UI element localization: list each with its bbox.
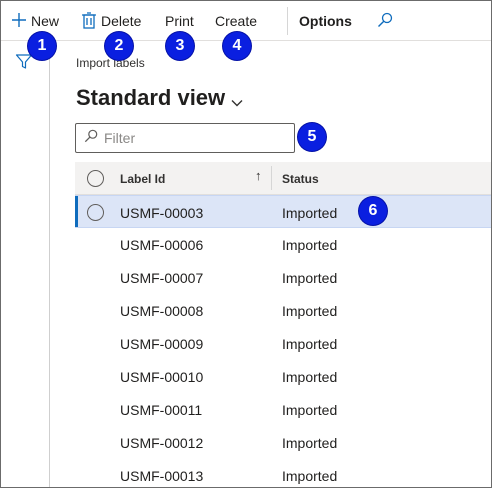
table-row[interactable]: USMF-00012 Imported <box>75 426 491 459</box>
status-cell: Imported <box>282 205 338 221</box>
label-id-cell[interactable]: USMF-00011 <box>120 402 202 418</box>
label-id-cell[interactable]: USMF-00007 <box>120 270 203 286</box>
sort-ascending-icon[interactable]: ↑ <box>255 168 262 183</box>
callout-2: 2 <box>105 32 133 60</box>
main-content: Import labels Standard view Label Id ↑ <box>51 41 491 487</box>
filter-input[interactable] <box>104 130 284 146</box>
label-id-cell[interactable]: USMF-00013 <box>120 468 203 484</box>
delete-button-label: Delete <box>101 13 142 29</box>
status-cell: Imported <box>282 468 338 484</box>
label-id-cell[interactable]: USMF-00006 <box>120 237 203 253</box>
labels-grid: Label Id ↑ Status USMF-00003 Imported US… <box>75 162 491 487</box>
trash-icon <box>81 11 97 32</box>
status-cell: Imported <box>282 435 338 451</box>
table-row[interactable]: USMF-00007 Imported <box>75 261 491 294</box>
app-window: New Delete Print Create Options Import l… <box>0 0 492 488</box>
filter-icon <box>15 54 33 75</box>
filter-pane-button[interactable] <box>15 53 33 76</box>
label-id-cell[interactable]: USMF-00010 <box>120 369 203 385</box>
status-cell: Imported <box>282 237 338 253</box>
toolbar-divider <box>287 7 288 35</box>
table-row[interactable]: USMF-00009 Imported <box>75 327 491 360</box>
label-id-cell[interactable]: USMF-00012 <box>120 435 203 451</box>
status-cell: Imported <box>282 270 338 286</box>
plus-icon <box>11 12 27 31</box>
search-button[interactable] <box>377 1 393 41</box>
table-row[interactable]: USMF-00006 Imported <box>75 228 491 261</box>
new-button-label: New <box>31 13 60 29</box>
print-button-label: Print <box>165 13 194 29</box>
grid-header: Label Id ↑ Status <box>75 162 491 195</box>
select-all-checkbox[interactable] <box>87 170 104 187</box>
view-selector[interactable]: Standard view <box>76 83 243 113</box>
callout-6: 6 <box>359 197 387 225</box>
create-button-label: Create <box>215 13 258 29</box>
label-id-cell[interactable]: USMF-00008 <box>120 303 203 319</box>
column-header-label-id[interactable]: Label Id <box>120 172 165 186</box>
status-cell: Imported <box>282 369 338 385</box>
callout-3: 3 <box>166 32 194 60</box>
table-row[interactable]: USMF-00003 Imported <box>75 195 491 228</box>
label-id-cell[interactable]: USMF-00009 <box>120 336 203 352</box>
column-header-status[interactable]: Status <box>282 172 319 186</box>
chevron-down-icon <box>231 87 243 113</box>
table-row[interactable]: USMF-00013 Imported <box>75 459 491 487</box>
callout-1: 1 <box>28 32 56 60</box>
column-divider[interactable] <box>271 166 272 190</box>
search-icon <box>377 12 393 31</box>
status-cell: Imported <box>282 303 338 319</box>
table-row[interactable]: USMF-00011 Imported <box>75 393 491 426</box>
status-cell: Imported <box>282 336 338 352</box>
table-row[interactable]: USMF-00008 Imported <box>75 294 491 327</box>
row-select-checkbox[interactable] <box>87 204 104 221</box>
page-caption: Import labels <box>76 56 145 70</box>
label-id-cell[interactable]: USMF-00003 <box>120 205 203 221</box>
table-row[interactable]: USMF-00010 Imported <box>75 360 491 393</box>
filter-field[interactable] <box>75 123 295 153</box>
options-button[interactable]: Options <box>299 1 352 41</box>
search-icon <box>84 129 98 148</box>
status-cell: Imported <box>282 402 338 418</box>
callout-4: 4 <box>223 32 251 60</box>
page-title: Standard view <box>76 85 226 110</box>
left-rail <box>1 41 50 487</box>
callout-5: 5 <box>298 123 326 151</box>
options-button-label: Options <box>299 13 352 29</box>
